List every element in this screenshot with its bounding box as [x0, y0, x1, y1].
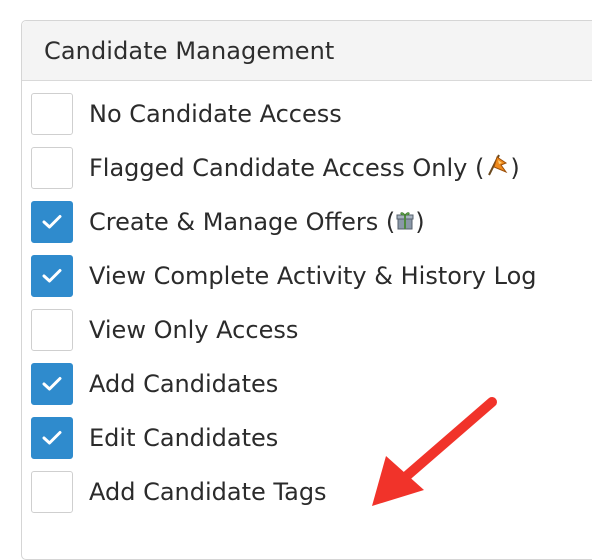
view-only-access-checkbox[interactable]: [31, 309, 73, 351]
edit-candidates-checkbox[interactable]: [31, 417, 73, 459]
checkmark-icon: [42, 269, 62, 283]
option-label: View Only Access: [89, 316, 299, 344]
option-no-candidate-access[interactable]: No Candidate Access: [31, 87, 536, 141]
create-manage-offers-checkbox[interactable]: [31, 201, 73, 243]
option-label: Add Candidates: [89, 370, 279, 398]
option-label-prefix: Create & Manage Offers (: [89, 208, 396, 236]
option-create-manage-offers[interactable]: Create & Manage Offers ( ): [31, 195, 536, 249]
panel-header: Candidate Management: [22, 21, 592, 81]
red-arrow-icon: [372, 397, 497, 506]
option-label: View Complete Activity & History Log: [89, 262, 537, 290]
checkmark-icon: [42, 431, 62, 445]
option-label: No Candidate Access: [89, 100, 342, 128]
option-label-suffix: ): [510, 154, 520, 182]
flag-icon: [485, 153, 509, 183]
no-candidate-access-checkbox[interactable]: [31, 93, 73, 135]
view-activity-log-checkbox[interactable]: [31, 255, 73, 297]
option-view-complete-activity-history-log[interactable]: View Complete Activity & History Log: [31, 249, 536, 303]
option-label: Add Candidate Tags: [89, 478, 327, 506]
option-label: Create & Manage Offers ( ): [89, 208, 425, 236]
checkmark-icon: [42, 377, 62, 391]
add-candidates-checkbox[interactable]: [31, 363, 73, 405]
flagged-candidate-access-checkbox[interactable]: [31, 147, 73, 189]
panel-title: Candidate Management: [44, 36, 335, 65]
checkmark-icon: [42, 215, 62, 229]
option-label: Edit Candidates: [89, 424, 279, 452]
option-view-only-access[interactable]: View Only Access: [31, 303, 536, 357]
option-label-prefix: Flagged Candidate Access Only (: [89, 154, 485, 182]
option-label: Flagged Candidate Access Only ( ): [89, 153, 520, 183]
option-label-suffix: ): [415, 208, 425, 236]
gift-icon: [396, 208, 414, 236]
add-candidate-tags-checkbox[interactable]: [31, 471, 73, 513]
option-flagged-candidate-access-only[interactable]: Flagged Candidate Access Only ( ): [31, 141, 536, 195]
